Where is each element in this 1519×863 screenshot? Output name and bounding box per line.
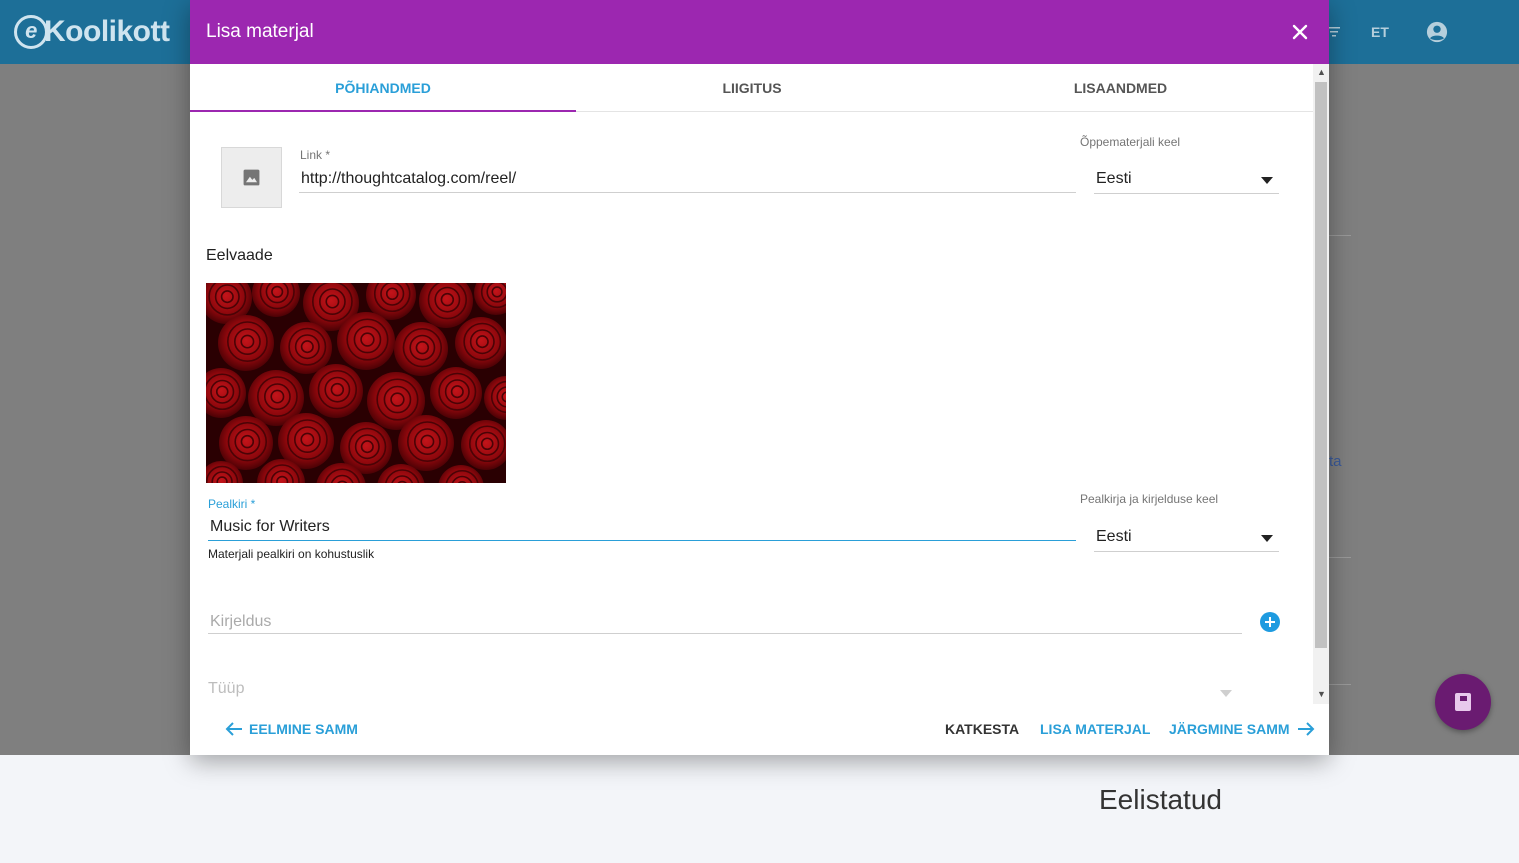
material-language-select[interactable]: Eesti (1094, 164, 1279, 194)
account-icon[interactable] (1426, 21, 1448, 43)
dialog-tabs: PÕHIANDMED LIIGITUS LISAANDMED (190, 64, 1313, 112)
title-label: Pealkiri * (208, 497, 256, 511)
add-material-dialog: Lisa materjal PÕHIANDMED LIIGITUS LISAAN… (190, 0, 1329, 755)
preview-label: Eelvaade (206, 247, 273, 264)
previous-step-button[interactable]: EELMINE SAMM (224, 717, 358, 741)
preview-image (206, 283, 506, 483)
dropdown-arrow-icon (1261, 177, 1273, 184)
dialog-title: Lisa materjal (206, 21, 314, 42)
tab-additional-data[interactable]: LISAANDMED (928, 64, 1313, 112)
previous-step-label: EELMINE SAMM (249, 721, 358, 737)
add-material-label: LISA MATERJAL (1040, 721, 1151, 737)
close-icon[interactable] (1290, 22, 1310, 42)
next-step-button[interactable]: JÄRGMINE SAMM (1169, 717, 1316, 741)
image-icon (243, 169, 260, 186)
title-language-value: Eesti (1096, 528, 1132, 545)
background-divider (1329, 557, 1351, 558)
arrow-right-icon (1297, 722, 1314, 736)
title-required-hint: Materjali pealkiri on kohustuslik (208, 547, 375, 561)
cancel-button[interactable]: KATKESTA (945, 717, 1019, 741)
title-language-label: Pealkirja ja kirjelduse keel (1080, 492, 1219, 506)
logo-e-mark: e (14, 15, 48, 49)
description-input[interactable] (208, 610, 1242, 634)
app-logo[interactable]: e Koolikott (14, 12, 170, 52)
dropdown-arrow-icon (1261, 535, 1273, 542)
logo-text: Koolikott (44, 15, 170, 48)
type-select[interactable]: Tüüp (208, 680, 1232, 704)
plus-icon (1265, 617, 1275, 627)
material-language-label: Õppematerjali keel (1080, 135, 1181, 149)
scroll-down-arrow[interactable]: ▼ (1317, 689, 1326, 699)
language-switcher[interactable]: ET (1371, 24, 1389, 40)
book-icon (1455, 693, 1471, 711)
title-input[interactable] (208, 514, 1076, 541)
title-language-select[interactable]: Eesti (1094, 522, 1279, 552)
type-placeholder: Tüüp (208, 680, 245, 697)
dialog-header: Lisa materjal (190, 0, 1329, 64)
background-link: ta (1329, 453, 1342, 470)
filter-icon[interactable] (1328, 26, 1340, 38)
link-label: Link * (300, 148, 331, 162)
tab-basic-data[interactable]: PÕHIANDMED (190, 64, 576, 112)
link-input[interactable] (299, 166, 1076, 193)
arrow-left-icon (225, 722, 242, 736)
roses-image (206, 283, 506, 483)
scroll-up-arrow[interactable]: ▲ (1317, 67, 1326, 77)
next-step-label: JÄRGMINE SAMM (1169, 721, 1290, 737)
scroll-thumb[interactable] (1315, 82, 1327, 648)
add-material-fab[interactable] (1435, 674, 1491, 730)
material-language-value: Eesti (1096, 170, 1132, 187)
thumbnail-upload-button[interactable] (221, 147, 282, 208)
add-description-button[interactable] (1260, 612, 1280, 632)
background-divider (1329, 235, 1351, 236)
cancel-label: KATKESTA (945, 721, 1020, 737)
dropdown-arrow-icon (1220, 690, 1232, 697)
dialog-scrollbar[interactable]: ▲ ▼ (1313, 64, 1329, 704)
add-material-button[interactable]: LISA MATERJAL (1040, 717, 1150, 741)
tab-classification[interactable]: LIIGITUS (576, 64, 928, 112)
background-divider (1329, 684, 1351, 685)
featured-heading: Eelistatud (1099, 784, 1222, 815)
